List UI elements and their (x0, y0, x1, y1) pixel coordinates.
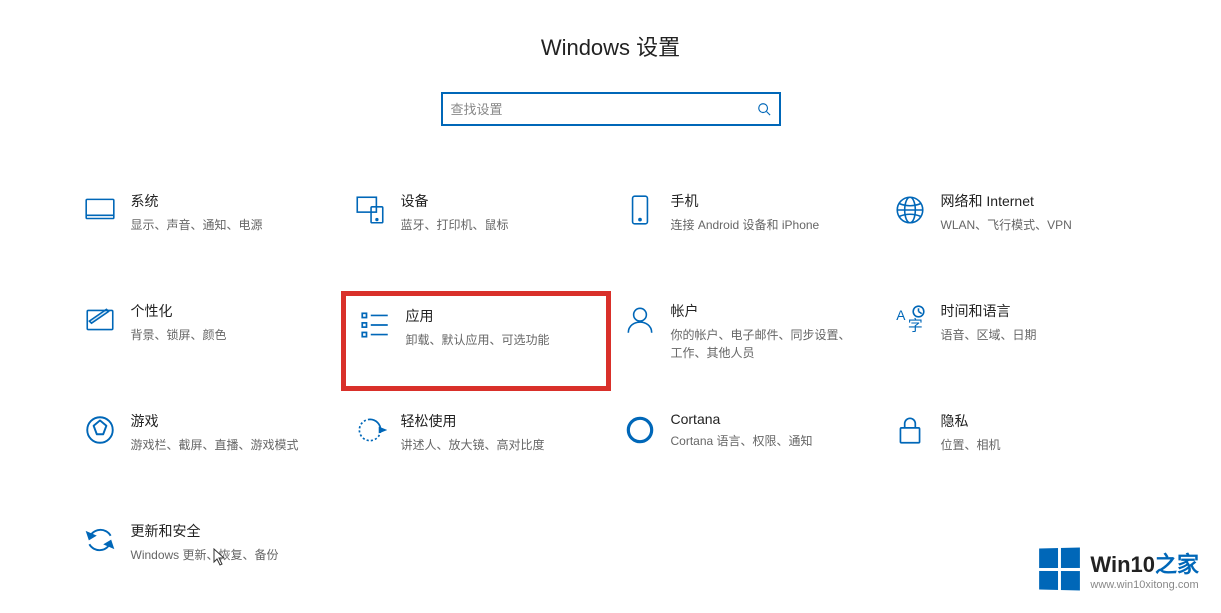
tile-desc: 讲述人、放大镜、高对比度 (401, 436, 545, 454)
tile-desc: 蓝牙、打印机、鼠标 (401, 216, 509, 234)
gaming-icon (83, 413, 117, 447)
tile-personalization[interactable]: 个性化 背景、锁屏、颜色 (71, 291, 341, 391)
tile-title: 帐户 (671, 301, 861, 321)
tile-title: 应用 (406, 306, 550, 326)
tile-accounts[interactable]: 帐户 你的帐户、电子邮件、同步设置、工作、其他人员 (611, 291, 881, 391)
watermark-title: Win10之家 (1090, 547, 1199, 579)
tile-ease-of-access[interactable]: 轻松使用 讲述人、放大镜、高对比度 (341, 401, 611, 501)
phone-icon (623, 193, 657, 227)
svg-text:A: A (896, 307, 906, 323)
personalization-icon (83, 303, 117, 337)
tile-desc: Cortana 语言、权限、通知 (671, 432, 813, 450)
accounts-icon (623, 303, 657, 337)
tile-desc: 背景、锁屏、颜色 (131, 326, 227, 344)
tile-title: 网络和 Internet (941, 191, 1072, 211)
cortana-icon (623, 413, 657, 447)
tile-gaming[interactable]: 游戏 游戏栏、截屏、直播、游戏模式 (71, 401, 341, 501)
tile-desc: 显示、声音、通知、电源 (131, 216, 263, 234)
tile-title: 轻松使用 (401, 411, 545, 431)
tile-desc: 连接 Android 设备和 iPhone (671, 216, 820, 234)
tile-desc: 位置、相机 (941, 436, 1001, 454)
tile-privacy[interactable]: 隐私 位置、相机 (881, 401, 1151, 501)
tile-title: 设备 (401, 191, 509, 211)
apps-icon (358, 308, 392, 342)
tile-title: 更新和安全 (131, 521, 279, 541)
tile-title: 个性化 (131, 301, 227, 321)
network-icon (893, 193, 927, 227)
tile-desc: 语音、区域、日期 (941, 326, 1037, 344)
watermark: Win10之家 www.win10xitong.com (1038, 547, 1199, 591)
privacy-icon (893, 413, 927, 447)
svg-text:字: 字 (907, 318, 922, 335)
tile-apps[interactable]: 应用 卸载、默认应用、可选功能 (341, 291, 611, 391)
windows-logo-icon (1040, 547, 1081, 590)
tile-time-language[interactable]: A字 时间和语言 语音、区域、日期 (881, 291, 1151, 391)
page-title: Windows 设置 (0, 30, 1221, 62)
tile-title: 系统 (131, 191, 263, 211)
search-icon (757, 102, 771, 116)
tile-desc: 你的帐户、电子邮件、同步设置、工作、其他人员 (671, 326, 861, 362)
tile-devices[interactable]: 设备 蓝牙、打印机、鼠标 (341, 181, 611, 281)
tile-title: Cortana (671, 411, 813, 427)
watermark-url: www.win10xitong.com (1090, 579, 1199, 591)
tile-title: 游戏 (131, 411, 299, 431)
tile-title: 手机 (671, 191, 820, 211)
ease-of-access-icon (353, 413, 387, 447)
tile-desc: WLAN、飞行模式、VPN (941, 216, 1072, 234)
tile-cortana[interactable]: Cortana Cortana 语言、权限、通知 (611, 401, 881, 501)
tile-desc: Windows 更新、恢复、备份 (131, 546, 279, 564)
update-security-icon (83, 523, 117, 557)
time-language-icon: A字 (893, 303, 927, 337)
tile-update-security[interactable]: 更新和安全 Windows 更新、恢复、备份 (71, 511, 341, 611)
tile-desc: 卸载、默认应用、可选功能 (406, 331, 550, 349)
tile-desc: 游戏栏、截屏、直播、游戏模式 (131, 436, 299, 454)
tile-network[interactable]: 网络和 Internet WLAN、飞行模式、VPN (881, 181, 1151, 281)
tile-title: 隐私 (941, 411, 1001, 431)
tile-system[interactable]: 系统 显示、声音、通知、电源 (71, 181, 341, 281)
devices-icon (353, 193, 387, 227)
system-icon (83, 193, 117, 227)
tile-title: 时间和语言 (941, 301, 1037, 321)
search-input[interactable] (451, 102, 757, 117)
tile-phone[interactable]: 手机 连接 Android 设备和 iPhone (611, 181, 881, 281)
search-box[interactable] (441, 92, 781, 126)
